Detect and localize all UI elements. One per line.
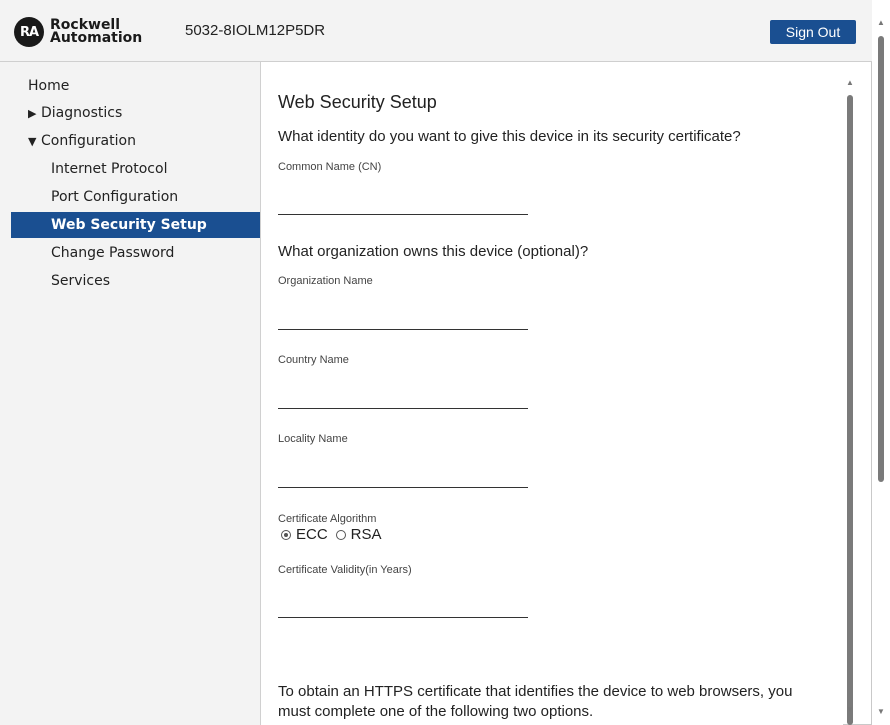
sidebar-item-diagnostics[interactable]: ▶ Diagnostics	[11, 100, 260, 126]
app-header: RA Rockwell Automation 5032-8IOLM12P5DR …	[0, 0, 872, 62]
logo-wordmark: Rockwell Automation	[50, 18, 143, 46]
sidebar-item-label: Web Security Setup	[51, 217, 207, 233]
scroll-down-icon[interactable]: ▼	[846, 705, 854, 714]
sidebar-item-web-security-setup[interactable]: Web Security Setup	[11, 212, 260, 238]
page-scrollbar[interactable]: ▲ ▼	[872, 0, 890, 725]
sidebar-item-label: Diagnostics	[41, 105, 123, 121]
sidebar-item-configuration[interactable]: ▼ Configuration	[11, 128, 260, 154]
sidebar-item-label: Port Configuration	[51, 189, 179, 205]
page-scroll-up-icon[interactable]: ▲	[877, 18, 885, 27]
expand-down-icon: ▼	[28, 135, 37, 148]
sidebar-item-internet-protocol[interactable]: Internet Protocol	[11, 156, 260, 182]
certificate-validity-label: Certificate Validity(in Years)	[278, 564, 412, 576]
sidebar-item-label: Change Password	[51, 245, 175, 261]
content-scrollbar[interactable]: ▲ ▼	[843, 62, 857, 725]
sidebar-item-home[interactable]: Home	[11, 73, 260, 99]
locality-name-input[interactable]	[278, 463, 528, 488]
sidebar-item-label: Services	[51, 273, 111, 289]
logo-line-2: Automation	[50, 30, 143, 46]
sign-out-button[interactable]: Sign Out	[770, 20, 856, 44]
main-content: Web Security Setup What identity do you …	[261, 62, 843, 725]
page-scrollbar-thumb[interactable]	[878, 36, 884, 482]
ra-logo-icon: RA	[14, 17, 44, 47]
sidebar-item-services[interactable]: Services	[11, 268, 260, 294]
organization-name-label: Organization Name	[278, 275, 373, 287]
algorithm-ecc-label: ECC	[296, 526, 328, 543]
algorithm-ecc-radio[interactable]: ECC	[281, 526, 328, 543]
algorithm-rsa-label: RSA	[350, 526, 382, 543]
https-instructions: To obtain an HTTPS certificate that iden…	[278, 683, 793, 720]
radio-selected-icon	[281, 529, 291, 540]
algorithm-rsa-radio[interactable]: RSA	[335, 526, 382, 543]
sidebar-item-label: Home	[28, 78, 70, 94]
page-scroll-down-icon[interactable]: ▼	[877, 707, 885, 716]
scroll-up-icon[interactable]: ▲	[846, 78, 854, 87]
expand-right-icon: ▶	[28, 107, 37, 120]
radio-unselected-icon	[335, 529, 346, 540]
sidebar-item-label: Internet Protocol	[51, 161, 168, 177]
common-name-label: Common Name (CN)	[278, 161, 382, 173]
certificate-algorithm-label: Certificate Algorithm	[278, 513, 377, 525]
organization-name-input[interactable]	[278, 305, 528, 330]
sidebar-item-label: Configuration	[41, 133, 136, 149]
sidebar-item-port-configuration[interactable]: Port Configuration	[11, 184, 260, 210]
locality-name-label: Locality Name	[278, 433, 348, 445]
sidebar-item-change-password[interactable]: Change Password	[11, 240, 260, 266]
rockwell-logo: RA Rockwell Automation	[14, 17, 142, 47]
certificate-validity-input[interactable]	[278, 593, 528, 618]
country-name-label: Country Name	[278, 354, 349, 366]
organization-question: What organization owns this device (opti…	[278, 243, 589, 260]
device-name: 5032-8IOLM12P5DR	[185, 22, 326, 39]
scrollbar-thumb[interactable]	[847, 95, 853, 725]
country-name-input[interactable]	[278, 384, 528, 409]
identity-question: What identity do you want to give this d…	[278, 128, 741, 145]
common-name-input[interactable]	[278, 190, 528, 215]
page-title: Web Security Setup	[278, 92, 437, 112]
sidebar-nav: Home ▶ Diagnostics ▼ Configuration Interne…	[0, 62, 261, 725]
certificate-algorithm-radio-group: ECC RSA	[281, 526, 390, 543]
